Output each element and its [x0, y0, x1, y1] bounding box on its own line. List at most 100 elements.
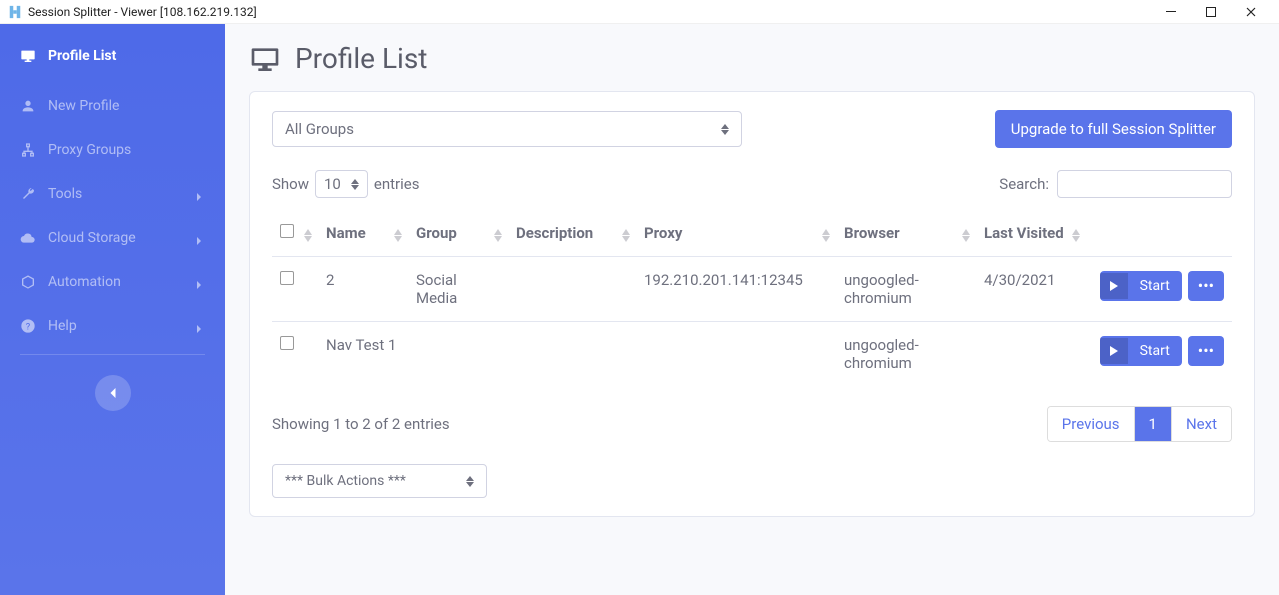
- sidebar-item-label: Cloud Storage: [48, 230, 136, 246]
- sort-icon: [622, 229, 630, 242]
- sidebar-item-label: Profile List: [48, 48, 116, 64]
- page-title: Profile List: [295, 42, 427, 75]
- sidebar-item-label: New Profile: [48, 98, 119, 114]
- cell: Start•••: [1086, 257, 1232, 322]
- sidebar-item-label: Proxy Groups: [48, 142, 131, 158]
- search-input[interactable]: [1057, 170, 1232, 198]
- sidebar-item-label: Automation: [48, 274, 121, 290]
- row-checkbox[interactable]: [280, 336, 294, 350]
- entries-value: 10: [324, 175, 341, 193]
- sidebar-item-cloud-storage[interactable]: Cloud Storage: [0, 216, 225, 260]
- sidebar-item-proxy-groups[interactable]: Proxy Groups: [0, 128, 225, 172]
- sort-icon: [822, 229, 830, 242]
- cell: [976, 322, 1086, 387]
- cell: 2: [318, 257, 408, 322]
- play-icon: [1100, 273, 1128, 299]
- pager-prev[interactable]: Previous: [1048, 407, 1134, 441]
- sitemap-icon: [20, 142, 36, 158]
- more-button[interactable]: •••: [1188, 336, 1224, 366]
- group-filter-value: All Groups: [285, 120, 354, 138]
- entries-select[interactable]: 10: [315, 170, 368, 198]
- start-button[interactable]: Start: [1100, 271, 1182, 301]
- cell: ungoogled-chromium: [836, 322, 976, 387]
- sidebar: Profile List New Profile Proxy Groups Tools…: [0, 24, 225, 595]
- window-close-button[interactable]: [1231, 0, 1271, 24]
- cell: [272, 257, 318, 322]
- column-header[interactable]: [272, 212, 318, 257]
- pager: Previous 1 Next: [1047, 406, 1232, 442]
- cell: [408, 322, 508, 387]
- entries-label: entries: [374, 175, 420, 193]
- window-minimize-button[interactable]: [1151, 0, 1191, 24]
- wrench-icon: [20, 186, 36, 202]
- sidebar-collapse-button[interactable]: [95, 375, 131, 411]
- chevron-right-icon: [195, 321, 205, 331]
- cloud-icon: [20, 230, 36, 246]
- user-icon: [20, 98, 36, 114]
- sidebar-item-label: Tools: [48, 186, 82, 202]
- window-maximize-button[interactable]: [1191, 0, 1231, 24]
- sort-icon: [304, 229, 312, 242]
- cell: Nav Test 1: [318, 322, 408, 387]
- cell: [272, 322, 318, 387]
- row-checkbox[interactable]: [280, 271, 294, 285]
- column-header[interactable]: Name: [318, 212, 408, 257]
- caret-icon: [351, 179, 359, 190]
- cell: 192.210.201.141:12345: [636, 257, 836, 322]
- chevron-right-icon: [195, 189, 205, 199]
- cell: Start•••: [1086, 322, 1232, 387]
- pager-page-1[interactable]: 1: [1134, 407, 1171, 441]
- sidebar-item-new-profile[interactable]: New Profile: [0, 84, 225, 128]
- column-header[interactable]: Description: [508, 212, 636, 257]
- bulk-actions-label: *** Bulk Actions ***: [285, 473, 406, 489]
- column-header[interactable]: [1086, 212, 1232, 257]
- cell: [508, 322, 636, 387]
- column-header[interactable]: Browser: [836, 212, 976, 257]
- group-filter-select[interactable]: All Groups: [272, 111, 742, 147]
- profile-table: NameGroupDescriptionProxyBrowserLast Vis…: [272, 212, 1232, 386]
- more-button[interactable]: •••: [1188, 271, 1224, 301]
- cell: 4/30/2021: [976, 257, 1086, 322]
- cube-icon: [20, 274, 36, 290]
- cell: [636, 322, 836, 387]
- column-header[interactable]: Group: [408, 212, 508, 257]
- table-row: Nav Test 1 ungoogled-chromium Start•••: [272, 322, 1232, 387]
- sidebar-item-profile-list[interactable]: Profile List: [0, 42, 225, 84]
- bulk-actions-select[interactable]: *** Bulk Actions ***: [272, 464, 487, 498]
- window-title: Session Splitter - Viewer [108.162.219.1…: [28, 5, 257, 19]
- sort-icon: [494, 229, 502, 242]
- sidebar-item-tools[interactable]: Tools: [0, 172, 225, 216]
- svg-text:?: ?: [26, 321, 31, 332]
- sidebar-item-automation[interactable]: Automation: [0, 260, 225, 304]
- sort-icon: [962, 229, 970, 242]
- sidebar-item-label: Help: [48, 318, 77, 334]
- chevron-right-icon: [195, 233, 205, 243]
- pager-next[interactable]: Next: [1171, 407, 1231, 441]
- cell: ungoogled-chromium: [836, 257, 976, 322]
- sidebar-item-help[interactable]: ? Help: [0, 304, 225, 348]
- table-info: Showing 1 to 2 of 2 entries: [272, 415, 450, 433]
- monitor-icon: [20, 48, 36, 64]
- sort-icon: [1072, 229, 1080, 242]
- search-label: Search:: [999, 175, 1049, 193]
- start-button[interactable]: Start: [1100, 336, 1182, 366]
- select-all-checkbox[interactable]: [280, 224, 294, 238]
- play-icon: [1100, 338, 1128, 364]
- monitor-icon: [249, 43, 281, 75]
- show-label: Show: [272, 175, 309, 193]
- sort-icon: [394, 229, 402, 242]
- cell: [508, 257, 636, 322]
- main-content: Profile List All Groups Upgrade to full …: [225, 24, 1279, 595]
- page-title-row: Profile List: [249, 42, 1255, 75]
- caret-icon: [466, 476, 474, 487]
- help-icon: ?: [20, 318, 36, 334]
- upgrade-button[interactable]: Upgrade to full Session Splitter: [995, 110, 1232, 148]
- table-row: 2Social Media 192.210.201.141:12345ungoog…: [272, 257, 1232, 322]
- chevron-right-icon: [195, 277, 205, 287]
- profile-card: All Groups Upgrade to full Session Split…: [249, 91, 1255, 517]
- app-icon: [8, 5, 22, 19]
- cell: Social Media: [408, 257, 508, 322]
- column-header[interactable]: Last Visited: [976, 212, 1086, 257]
- column-header[interactable]: Proxy: [636, 212, 836, 257]
- titlebar: Session Splitter - Viewer [108.162.219.1…: [0, 0, 1279, 24]
